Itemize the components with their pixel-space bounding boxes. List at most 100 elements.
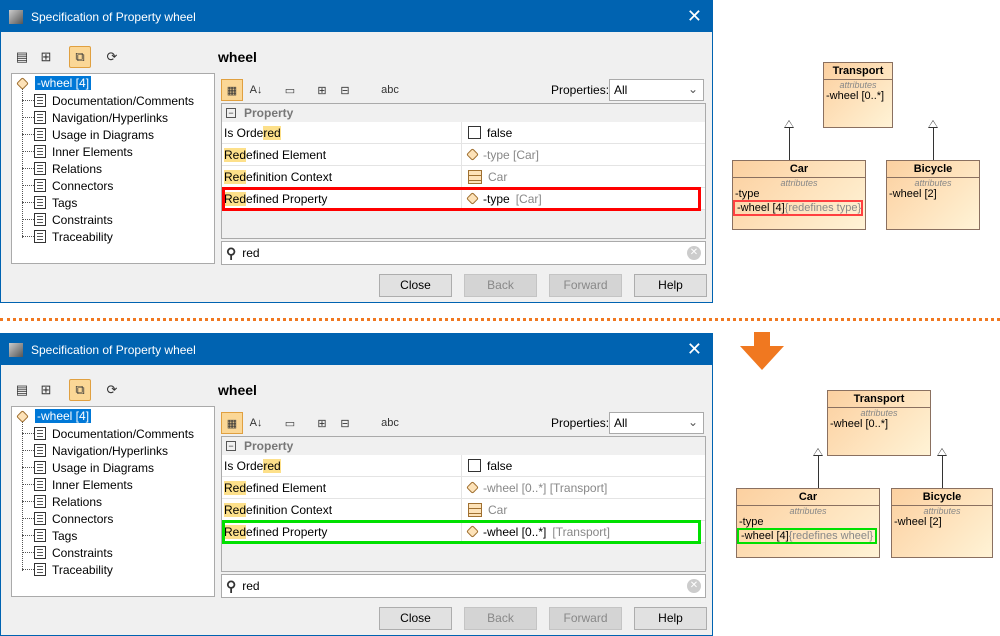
property-row[interactable]: Red efined Element -type [Car] xyxy=(222,144,705,166)
tree-item[interactable]: Usage in Diagrams xyxy=(22,126,154,143)
class-bicycle[interactable]: Bicycle attributes -wheel [2] xyxy=(886,160,980,230)
class-transport[interactable]: Transport attributes -wheel [0..*] xyxy=(827,390,931,456)
class-bicycle[interactable]: Bicycle attributes -wheel [2] xyxy=(891,488,993,558)
refresh-icon[interactable]: ⟳ xyxy=(101,46,123,68)
tree-item[interactable]: Connectors xyxy=(22,177,113,194)
document-icon xyxy=(34,179,46,192)
categorized-icon[interactable]: ▦ xyxy=(221,412,243,434)
tree-item[interactable]: Constraints xyxy=(22,544,113,561)
tree-item-label: Constraints xyxy=(52,545,113,560)
clear-search-icon[interactable]: ✕ xyxy=(687,246,701,260)
table-view-icon[interactable]: ▤ xyxy=(11,46,33,68)
copy-icon[interactable]: ⧉ xyxy=(69,46,91,68)
tree-item[interactable]: Documentation/Comments xyxy=(22,92,194,109)
tree-item[interactable]: Relations xyxy=(22,493,102,510)
tree-item[interactable]: Tags xyxy=(22,194,77,211)
class-name: Car xyxy=(737,489,879,506)
close-button[interactable]: Close xyxy=(379,274,452,297)
close-icon[interactable]: ✕ xyxy=(687,339,702,360)
property-row[interactable]: Red efinition Context Car xyxy=(222,166,705,188)
expand-icon[interactable]: ⊞ xyxy=(311,79,333,101)
class-car[interactable]: Car attributes -type -wheel [4]{redefines t… xyxy=(732,160,866,230)
back-button[interactable]: Back xyxy=(464,274,537,297)
sort-alpha-icon[interactable]: A↓ xyxy=(245,412,267,434)
properties-select[interactable]: All ⌄ xyxy=(609,412,704,434)
tree-root[interactable]: -wheel [4] xyxy=(16,409,92,423)
checkbox[interactable] xyxy=(468,126,481,139)
properties-toolbar: ▦ A↓ ▭ ⊞ ⊟ abc Properties: All ⌄ xyxy=(221,412,706,434)
checkbox[interactable] xyxy=(468,459,481,472)
help-button[interactable]: Help xyxy=(634,274,707,297)
property-row[interactable]: Red efined Property -wheel [0..*] [Transpor… xyxy=(222,521,705,543)
tree-connector xyxy=(22,518,34,519)
description-icon[interactable]: ▭ xyxy=(279,79,301,101)
search-field[interactable]: ⚲ red ✕ xyxy=(221,574,706,598)
separator-dotted-line xyxy=(0,318,1000,321)
tree-view-icon[interactable]: ⊞ xyxy=(35,379,57,401)
property-value[interactable]: Car xyxy=(462,502,507,517)
group-property[interactable]: − Property xyxy=(222,104,705,122)
tree-item[interactable]: Usage in Diagrams xyxy=(22,459,154,476)
collapse-group-icon[interactable]: − xyxy=(226,108,236,118)
stereotype: attributes xyxy=(923,506,961,516)
tree-item[interactable]: Traceability xyxy=(22,561,113,578)
abc-icon[interactable]: abc xyxy=(379,412,401,434)
class-transport[interactable]: Transport attributes -wheel [0..*] xyxy=(823,62,893,128)
collapse-icon[interactable]: ⊟ xyxy=(334,412,356,434)
sort-alpha-icon[interactable]: A↓ xyxy=(245,79,267,101)
search-input[interactable]: red xyxy=(242,579,259,593)
tree-view-icon[interactable]: ⊞ xyxy=(35,46,57,68)
property-value[interactable]: Car xyxy=(462,169,507,184)
forward-button[interactable]: Forward xyxy=(549,274,622,297)
value-text: -type xyxy=(483,191,510,206)
tree-root[interactable]: -wheel [4] xyxy=(16,76,92,90)
tree-item[interactable]: Connectors xyxy=(22,510,113,527)
tree-item[interactable]: Inner Elements xyxy=(22,476,133,493)
tree-item[interactable]: Inner Elements xyxy=(22,143,133,160)
property-row[interactable]: Is Orde red false xyxy=(222,122,705,144)
collapse-icon[interactable]: ⊟ xyxy=(334,79,356,101)
tree-item[interactable]: Constraints xyxy=(22,211,113,228)
tree-item[interactable]: Traceability xyxy=(22,228,113,245)
class-car[interactable]: Car attributes -type -wheel [4]{redefines w… xyxy=(736,488,880,558)
help-button[interactable]: Help xyxy=(634,607,707,630)
property-row[interactable]: Red efined Element -wheel [0..*] [Transpor… xyxy=(222,477,705,499)
tree-connector xyxy=(22,484,34,485)
property-value[interactable]: -type [Car] xyxy=(462,148,539,162)
properties-select[interactable]: All ⌄ xyxy=(609,79,704,101)
tree-item[interactable]: Tags xyxy=(22,527,77,544)
property-row[interactable]: Red efinition Context Car xyxy=(222,499,705,521)
stereotype: attributes xyxy=(914,178,952,188)
generalization-arrowhead-icon xyxy=(928,120,938,128)
tree-item[interactable]: Navigation/Hyperlinks xyxy=(22,109,168,126)
collapse-group-icon[interactable]: − xyxy=(226,441,236,451)
property-value[interactable]: -type [Car] xyxy=(462,192,542,206)
tree-item[interactable]: Navigation/Hyperlinks xyxy=(22,442,168,459)
specification-dialog: Specification of Property wheel ✕ ▤ ⊞ ⧉ ⟳ whee… xyxy=(0,333,713,636)
class-name: Transport xyxy=(824,63,892,80)
property-row[interactable]: Is Orde red false xyxy=(222,455,705,477)
categorized-icon[interactable]: ▦ xyxy=(221,79,243,101)
close-icon[interactable]: ✕ xyxy=(687,6,702,27)
property-value[interactable]: false xyxy=(462,126,512,140)
property-value[interactable]: -wheel [0..*] [Transport] xyxy=(462,525,610,539)
back-button[interactable]: Back xyxy=(464,607,537,630)
tree-connector xyxy=(22,117,34,118)
clear-search-icon[interactable]: ✕ xyxy=(687,579,701,593)
property-row[interactable]: Red efined Property -type [Car] xyxy=(222,188,705,210)
group-property[interactable]: − Property xyxy=(222,437,705,455)
close-button[interactable]: Close xyxy=(379,607,452,630)
property-value[interactable]: -wheel [0..*] [Transport] xyxy=(462,481,607,495)
description-icon[interactable]: ▭ xyxy=(279,412,301,434)
forward-button[interactable]: Forward xyxy=(549,607,622,630)
abc-icon[interactable]: abc xyxy=(379,79,401,101)
search-field[interactable]: ⚲ red ✕ xyxy=(221,241,706,265)
search-input[interactable]: red xyxy=(242,246,259,260)
expand-icon[interactable]: ⊞ xyxy=(311,412,333,434)
property-value[interactable]: false xyxy=(462,459,512,473)
tree-item[interactable]: Relations xyxy=(22,160,102,177)
tree-item[interactable]: Documentation/Comments xyxy=(22,425,194,442)
refresh-icon[interactable]: ⟳ xyxy=(101,379,123,401)
table-view-icon[interactable]: ▤ xyxy=(11,379,33,401)
copy-icon[interactable]: ⧉ xyxy=(69,379,91,401)
